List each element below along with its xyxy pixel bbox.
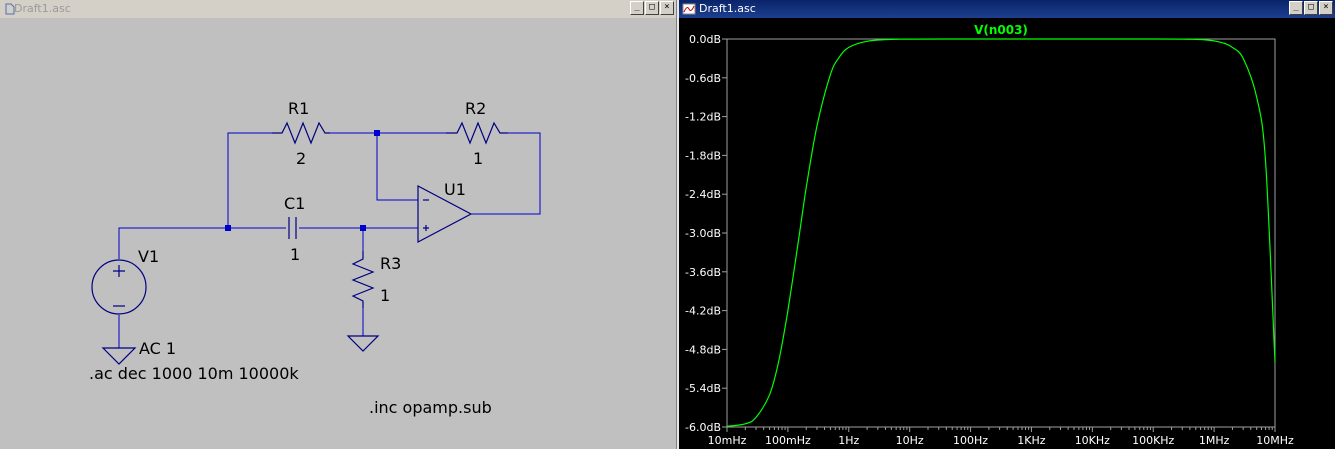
y-tick-label: -0.6dB <box>685 72 721 85</box>
voltage-source-v1[interactable] <box>91 259 147 315</box>
x-tick-label: 1MHz <box>1199 434 1230 447</box>
y-tick-label: -2.4dB <box>685 188 721 201</box>
r1-value: 2 <box>296 149 306 168</box>
x-tick-label: 100KHz <box>1132 434 1174 447</box>
v1-label: V1 <box>138 247 159 266</box>
y-tick-label: -5.4dB <box>685 382 721 395</box>
junctions <box>225 130 380 231</box>
x-tick-label: 10MHz <box>1256 434 1294 447</box>
r3-value: 1 <box>380 286 390 305</box>
resistor-r2[interactable] <box>446 121 508 145</box>
r1-label: R1 <box>288 99 309 118</box>
x-tick-label: 100mHz <box>765 434 811 447</box>
plot-canvas[interactable]: V(n003) 0.0dB -0.6dB -1.2dB -1.8dB -2.4dB -3.… <box>679 18 1335 449</box>
u1-label: U1 <box>444 180 466 199</box>
trace-v-n003[interactable] <box>726 38 1276 427</box>
x-tick-label: 10KHz <box>1075 434 1110 447</box>
close-button[interactable]: × <box>660 1 674 15</box>
y-tick-label: -3.0dB <box>685 227 721 240</box>
x-tick-label: 1KHz <box>1017 434 1045 447</box>
plot-titlebar[interactable]: Draft1.asc _ □ × <box>679 0 1335 18</box>
junction-b <box>374 130 380 136</box>
capacitor-c1[interactable] <box>288 217 297 239</box>
junction-a <box>225 225 231 231</box>
x-tick-label: 10mHz <box>708 434 747 447</box>
ground-v1 <box>101 347 137 365</box>
x-tick-label: 10Hz <box>896 434 924 447</box>
schematic-title: Draft1.asc <box>14 2 71 15</box>
y-tick-label: -3.6dB <box>685 266 721 279</box>
v1-value: AC 1 <box>139 339 176 358</box>
close-button[interactable]: × <box>1319 1 1333 15</box>
trace-label[interactable]: V(n003) <box>974 23 1028 37</box>
y-tick-label: -1.8dB <box>685 149 721 162</box>
c1-value: 1 <box>290 245 300 264</box>
ground-r3 <box>346 335 380 352</box>
minimize-button[interactable]: _ <box>630 1 644 15</box>
resistor-r1[interactable] <box>272 121 330 145</box>
x-tick-label: 100Hz <box>953 434 988 447</box>
ac-directive[interactable]: .ac dec 1000 10m 10000k <box>89 364 299 383</box>
y-tick-label: -6.0dB <box>685 421 721 434</box>
schematic-titlebar[interactable]: Draft1.asc _ □ × <box>0 0 676 18</box>
plot-window[interactable]: Draft1.asc _ □ × V(n003) 0.0dB -0.6dB -1.2… <box>679 0 1335 449</box>
y-tick-label: -4.8dB <box>685 343 721 356</box>
r2-value: 1 <box>473 149 483 168</box>
waveform-icon <box>682 3 696 15</box>
junction-c <box>360 225 366 231</box>
r3-label: R3 <box>380 254 401 273</box>
schematic-canvas[interactable]: R1 2 R2 1 C1 1 U1 V1 R3 1 AC 1 .ac dec 1… <box>0 18 677 449</box>
minimize-button[interactable]: _ <box>1289 1 1303 15</box>
maximize-button[interactable]: □ <box>1304 1 1318 15</box>
r2-label: R2 <box>465 99 486 118</box>
y-tick-label: -1.2dB <box>685 111 721 124</box>
y-tick-label: 0.0dB <box>689 33 721 46</box>
resistor-r3[interactable] <box>351 251 375 308</box>
plot-frame <box>726 38 1276 428</box>
x-tick-label: 1Hz <box>838 434 859 447</box>
schematic-window[interactable]: Draft1.asc _ □ × R1 2 R2 1 C1 1 U1 V1 R3… <box>0 0 677 449</box>
inc-directive[interactable]: .inc opamp.sub <box>369 398 492 417</box>
y-tick-label: -4.2dB <box>685 305 721 318</box>
maximize-button[interactable]: □ <box>645 1 659 15</box>
c1-label: C1 <box>284 194 305 213</box>
plot-title: Draft1.asc <box>699 2 756 15</box>
